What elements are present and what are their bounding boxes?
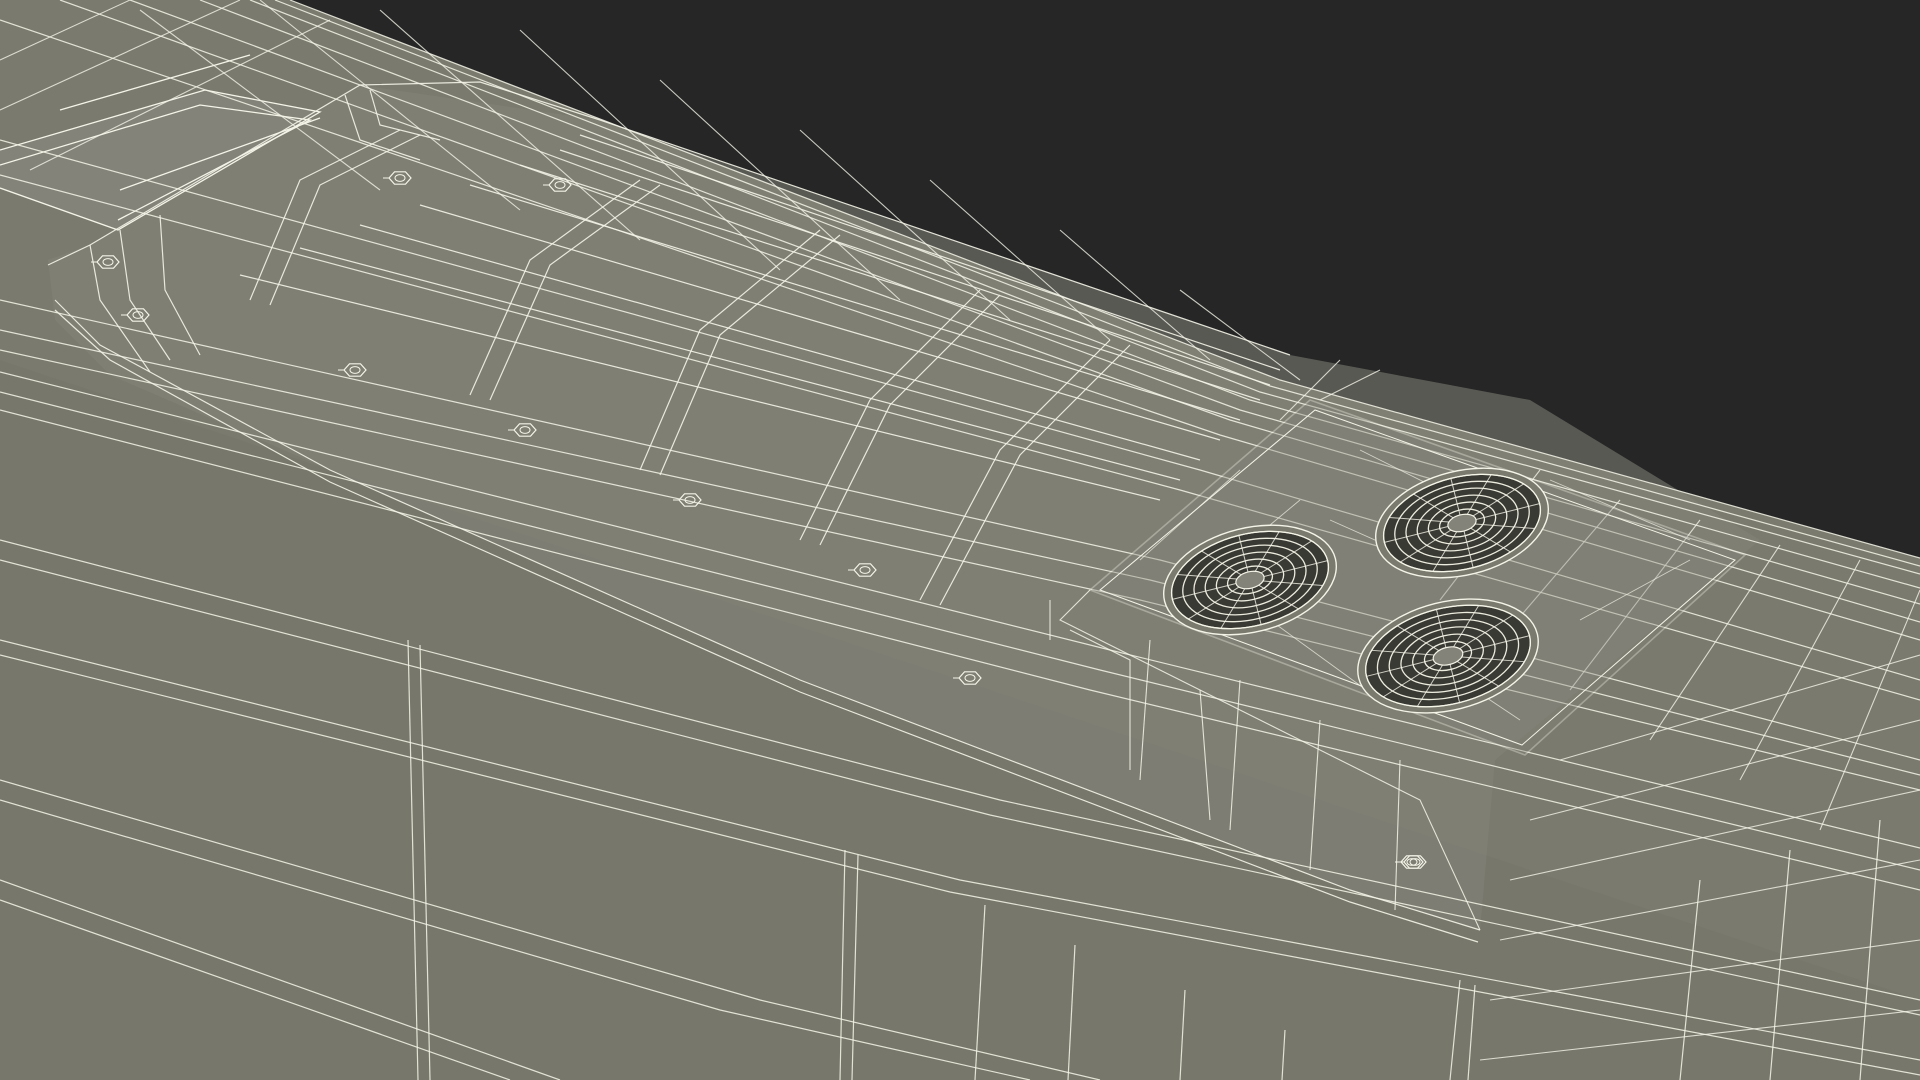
wireframe-render <box>0 0 1920 1080</box>
render-viewport <box>0 0 1920 1080</box>
